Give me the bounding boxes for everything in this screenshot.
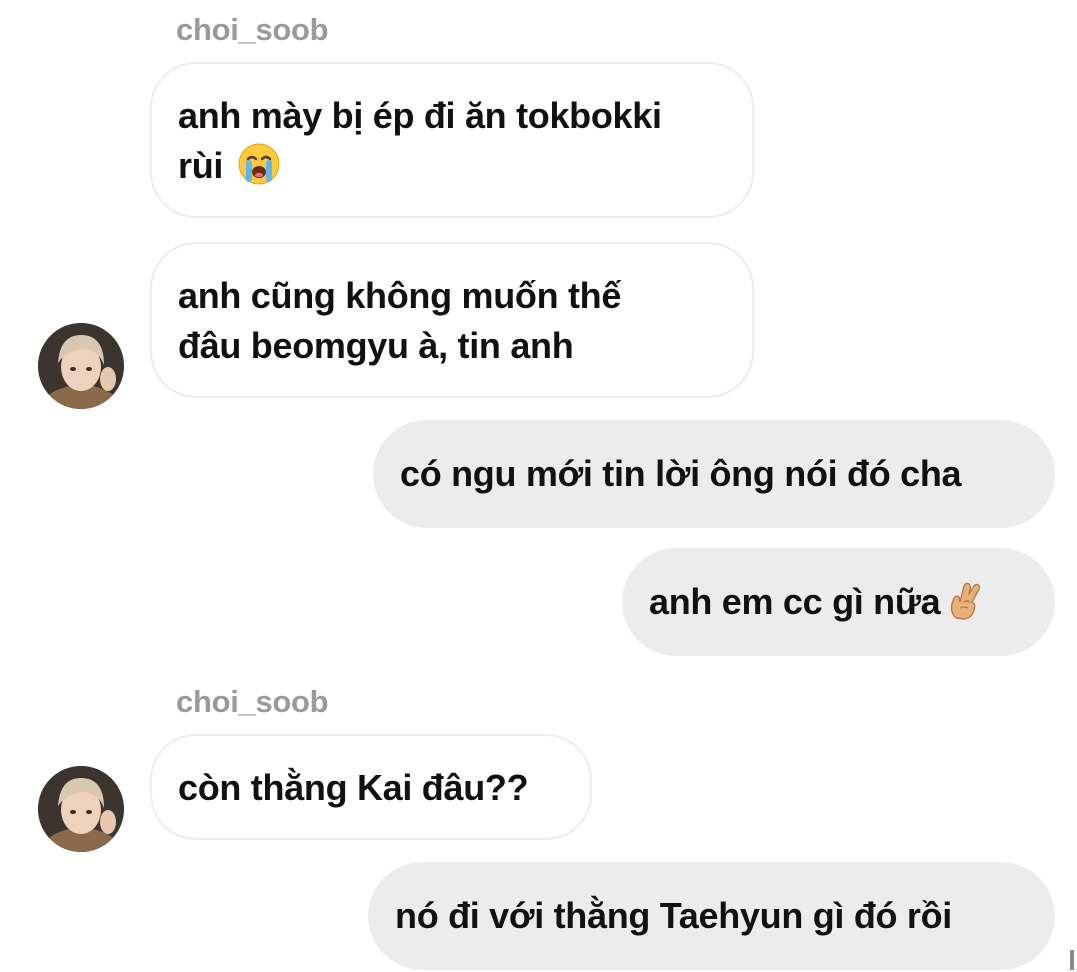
- outgoing-message-bubble[interactable]: anh em cc gì nữa: [622, 548, 1055, 656]
- message-text-line: đâu beomgyu à, tin anh: [178, 325, 574, 366]
- crossed-fingers-icon: [942, 578, 986, 622]
- message-text-line: nó đi với thằng Taehyun gì đó rồi: [395, 895, 953, 936]
- incoming-message-bubble[interactable]: anh cũng không muốn thế đâu beomgyu à, t…: [150, 242, 754, 398]
- message-text-line: có ngu mới tin lời ông nói đó cha: [400, 453, 962, 494]
- outgoing-message-bubble[interactable]: có ngu mới tin lời ông nói đó cha: [373, 420, 1055, 528]
- sender-name: choi_soob: [176, 684, 329, 719]
- message-text-line: rùi: [178, 145, 224, 186]
- message-text-line: anh cũng không muốn thế: [178, 275, 622, 316]
- loudly-crying-face-icon: [237, 142, 281, 186]
- message-text-line: anh em cc gì nữa: [649, 581, 941, 622]
- incoming-message-bubble[interactable]: còn thằng Kai đâu??: [150, 734, 592, 840]
- message-text-line: còn thằng Kai đâu??: [178, 767, 529, 808]
- sender-name: choi_soob: [176, 12, 329, 47]
- incoming-message-bubble[interactable]: anh mày bị ép đi ăn tokbokki rùi: [150, 62, 754, 218]
- avatar[interactable]: [38, 323, 124, 409]
- avatar[interactable]: [38, 766, 124, 852]
- chat-thread[interactable]: choi_soob anh mày bị ép đi ăn tokbokki r…: [0, 0, 1077, 972]
- message-text-line: anh mày bị ép đi ăn tokbokki: [178, 95, 662, 136]
- outgoing-message-bubble[interactable]: nó đi với thằng Taehyun gì đó rồi: [368, 862, 1055, 970]
- scrollbar-thumb[interactable]: [1070, 950, 1074, 970]
